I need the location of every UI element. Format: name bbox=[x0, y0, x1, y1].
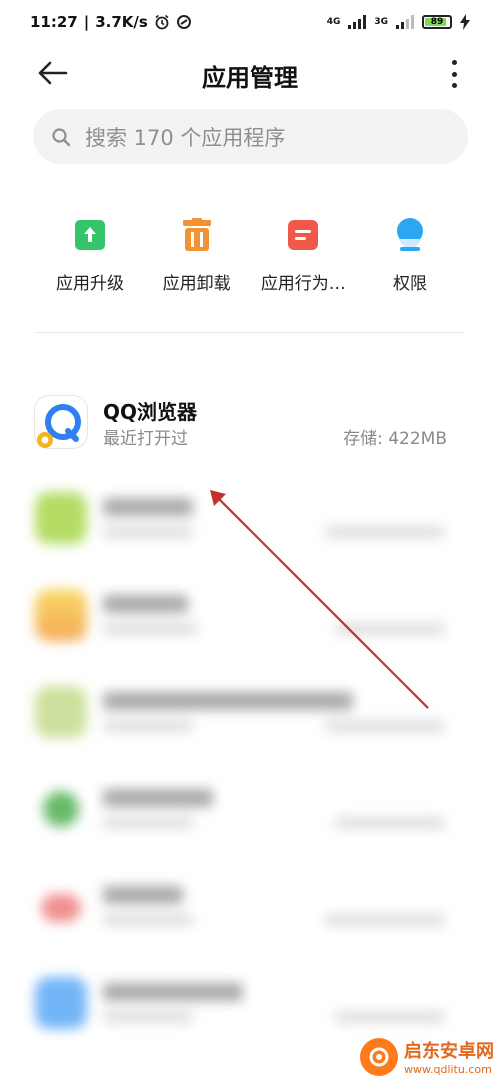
app-icon bbox=[35, 783, 87, 835]
permission-icon bbox=[396, 218, 423, 251]
app-upgrade-label: 应用升级 bbox=[56, 274, 124, 294]
app-list-item-blurred[interactable] bbox=[35, 672, 465, 752]
alarm-icon bbox=[155, 14, 169, 30]
app-storage: 存储: 422MB bbox=[343, 429, 447, 449]
battery-percent: 89 bbox=[430, 17, 444, 27]
app-upgrade-button[interactable]: 应用升级 bbox=[40, 215, 140, 294]
divider bbox=[35, 332, 465, 333]
app-icon bbox=[35, 880, 87, 932]
status-time: 11:27 bbox=[30, 13, 78, 31]
app-list-item-blurred[interactable] bbox=[35, 769, 465, 849]
qq-browser-icon bbox=[35, 396, 87, 448]
header: 应用管理 bbox=[0, 44, 500, 104]
permission-label: 权限 bbox=[392, 274, 427, 294]
status-separator: | bbox=[83, 13, 90, 31]
app-last-opened: 最近打开过 bbox=[103, 429, 188, 449]
search-input[interactable]: 搜索 170 个应用程序 bbox=[33, 109, 468, 164]
app-icon bbox=[35, 589, 87, 641]
watermark-title: 启东安卓网 bbox=[404, 1041, 494, 1062]
app-uninstall-button[interactable]: 应用卸载 bbox=[147, 215, 247, 294]
app-uninstall-label: 应用卸载 bbox=[162, 274, 231, 294]
status-bar: 11:27 | 3.7K/s 4G 3G 89 bbox=[0, 0, 500, 44]
page-title: 应用管理 bbox=[202, 64, 298, 92]
app-list-item-blurred[interactable] bbox=[35, 963, 465, 1043]
battery-icon: 89 bbox=[422, 15, 452, 29]
watermark-logo-icon bbox=[360, 1037, 398, 1076]
app-behavior-button[interactable]: 应用行为… bbox=[253, 215, 353, 294]
app-icon bbox=[35, 492, 87, 544]
app-name: QQ浏览器 bbox=[103, 400, 198, 424]
network-type-1: 4G bbox=[326, 17, 341, 27]
app-icon bbox=[35, 686, 87, 738]
signal-icon-2 bbox=[396, 15, 414, 29]
app-list-item-blurred[interactable] bbox=[35, 575, 465, 655]
watermark: 启东安卓网 www.qdlitu.com bbox=[360, 1037, 494, 1076]
watermark-url: www.qdlitu.com bbox=[404, 1063, 492, 1076]
network-type-2: 3G bbox=[374, 17, 388, 27]
app-list-item-blurred[interactable] bbox=[35, 478, 465, 558]
permission-button[interactable]: 权限 bbox=[360, 215, 460, 294]
data-saver-icon bbox=[176, 15, 191, 29]
app-list-item-blurred[interactable] bbox=[35, 866, 465, 946]
behavior-icon bbox=[288, 220, 319, 250]
charging-icon bbox=[460, 14, 470, 30]
app-icon bbox=[35, 977, 87, 1029]
network-speed: 3.7K/s bbox=[95, 13, 148, 31]
quick-actions: 应用升级 应用卸载 应用行为… 权限 bbox=[40, 215, 460, 294]
trash-icon bbox=[182, 218, 211, 251]
search-icon bbox=[52, 127, 71, 146]
signal-icon-1 bbox=[348, 15, 367, 29]
app-behavior-label: 应用行为… bbox=[260, 274, 346, 294]
search-placeholder: 搜索 170 个应用程序 bbox=[85, 125, 286, 150]
app-list-item[interactable]: QQ浏览器 最近打开过 存储: 422MB bbox=[35, 382, 465, 462]
more-vertical-icon bbox=[451, 60, 457, 65]
upgrade-icon bbox=[75, 220, 105, 250]
more-button[interactable] bbox=[448, 60, 460, 88]
